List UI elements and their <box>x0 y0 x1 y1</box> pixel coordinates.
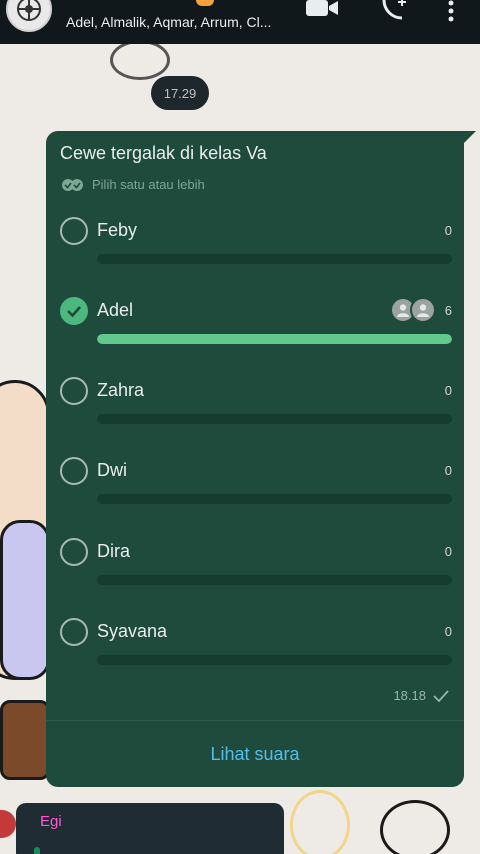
radio-icon[interactable] <box>60 377 88 405</box>
message-time: 18.18 <box>393 688 426 703</box>
poll-option-count: 0 <box>444 223 452 238</box>
poll-option[interactable]: Feby 0 <box>60 217 452 277</box>
vote-progress-bar <box>97 655 452 665</box>
wallpaper-doodle <box>290 790 350 854</box>
group-avatar[interactable] <box>6 0 52 32</box>
wallpaper-doodle <box>110 40 170 80</box>
poll-option[interactable]: Dwi 0 <box>60 457 452 517</box>
poll-option-count: 0 <box>444 624 452 639</box>
next-message-bubble[interactable]: Egi <box>16 803 284 854</box>
voter-avatar-icon <box>410 297 436 323</box>
poll-divider <box>46 720 464 721</box>
poll-option[interactable]: Dira 0 <box>60 538 452 598</box>
vote-progress-bar <box>97 414 452 424</box>
radio-icon[interactable] <box>60 538 88 566</box>
poll-option-label: Syavana <box>97 621 168 641</box>
message-sender: Egi <box>40 813 62 830</box>
status-indicator <box>196 0 214 6</box>
date-time-chip: 17.29 <box>151 76 209 110</box>
more-vert-icon[interactable] <box>446 0 456 27</box>
quote-bar <box>34 847 40 854</box>
vote-progress-bar <box>97 494 452 504</box>
radio-icon[interactable] <box>60 217 88 245</box>
vote-progress-bar <box>97 254 452 264</box>
bubble-tail <box>462 131 476 145</box>
group-avatar-icon <box>17 0 41 21</box>
radio-icon[interactable] <box>60 457 88 485</box>
poll-option[interactable]: Syavana 0 <box>60 618 452 678</box>
poll-hint: Pilih satu atau lebih <box>60 177 205 192</box>
vote-progress-bar <box>97 334 452 344</box>
checked-radio-icon[interactable] <box>60 297 88 325</box>
voter-avatars <box>390 297 436 325</box>
poll-option-label: Feby <box>97 220 138 240</box>
wallpaper-doodle <box>0 700 50 780</box>
wallpaper-doodle <box>0 520 50 680</box>
radio-icon[interactable] <box>60 618 88 646</box>
poll-option[interactable]: Zahra 0 <box>60 377 452 437</box>
group-members[interactable]: Adel, Almalik, Aqmar, Arrum, Cl... <box>66 14 286 30</box>
add-call-icon[interactable] <box>380 0 408 25</box>
wallpaper-doodle <box>380 800 450 854</box>
poll-option-label: Dwi <box>97 460 127 480</box>
view-votes-button[interactable]: Lihat suara <box>46 731 464 777</box>
poll-option-count: 0 <box>444 383 452 398</box>
sent-check-icon <box>433 689 449 702</box>
poll-message-bubble[interactable]: Cewe tergalak di kelas Va Pilih satu ata… <box>46 131 464 787</box>
video-call-icon[interactable] <box>304 0 340 23</box>
poll-option-label: Dira <box>97 541 131 561</box>
chat-header: Adel, Almalik, Aqmar, Arrum, Cl... <box>0 0 480 44</box>
poll-option-count: 0 <box>444 544 452 559</box>
poll-option-count: 6 <box>444 303 452 318</box>
message-meta: 18.18 <box>393 688 450 703</box>
vote-progress-fill <box>97 334 452 344</box>
poll-hint-text: Pilih satu atau lebih <box>92 177 205 192</box>
vote-progress-bar <box>97 575 452 585</box>
double-check-icon <box>62 178 83 191</box>
poll-option[interactable]: Adel 6 <box>60 297 452 357</box>
poll-option-label: Zahra <box>97 380 145 400</box>
checkmark-icon <box>67 306 81 318</box>
poll-option-count: 0 <box>444 463 452 478</box>
poll-option-label: Adel <box>97 300 134 320</box>
poll-question: Cewe tergalak di kelas Va <box>60 143 267 163</box>
